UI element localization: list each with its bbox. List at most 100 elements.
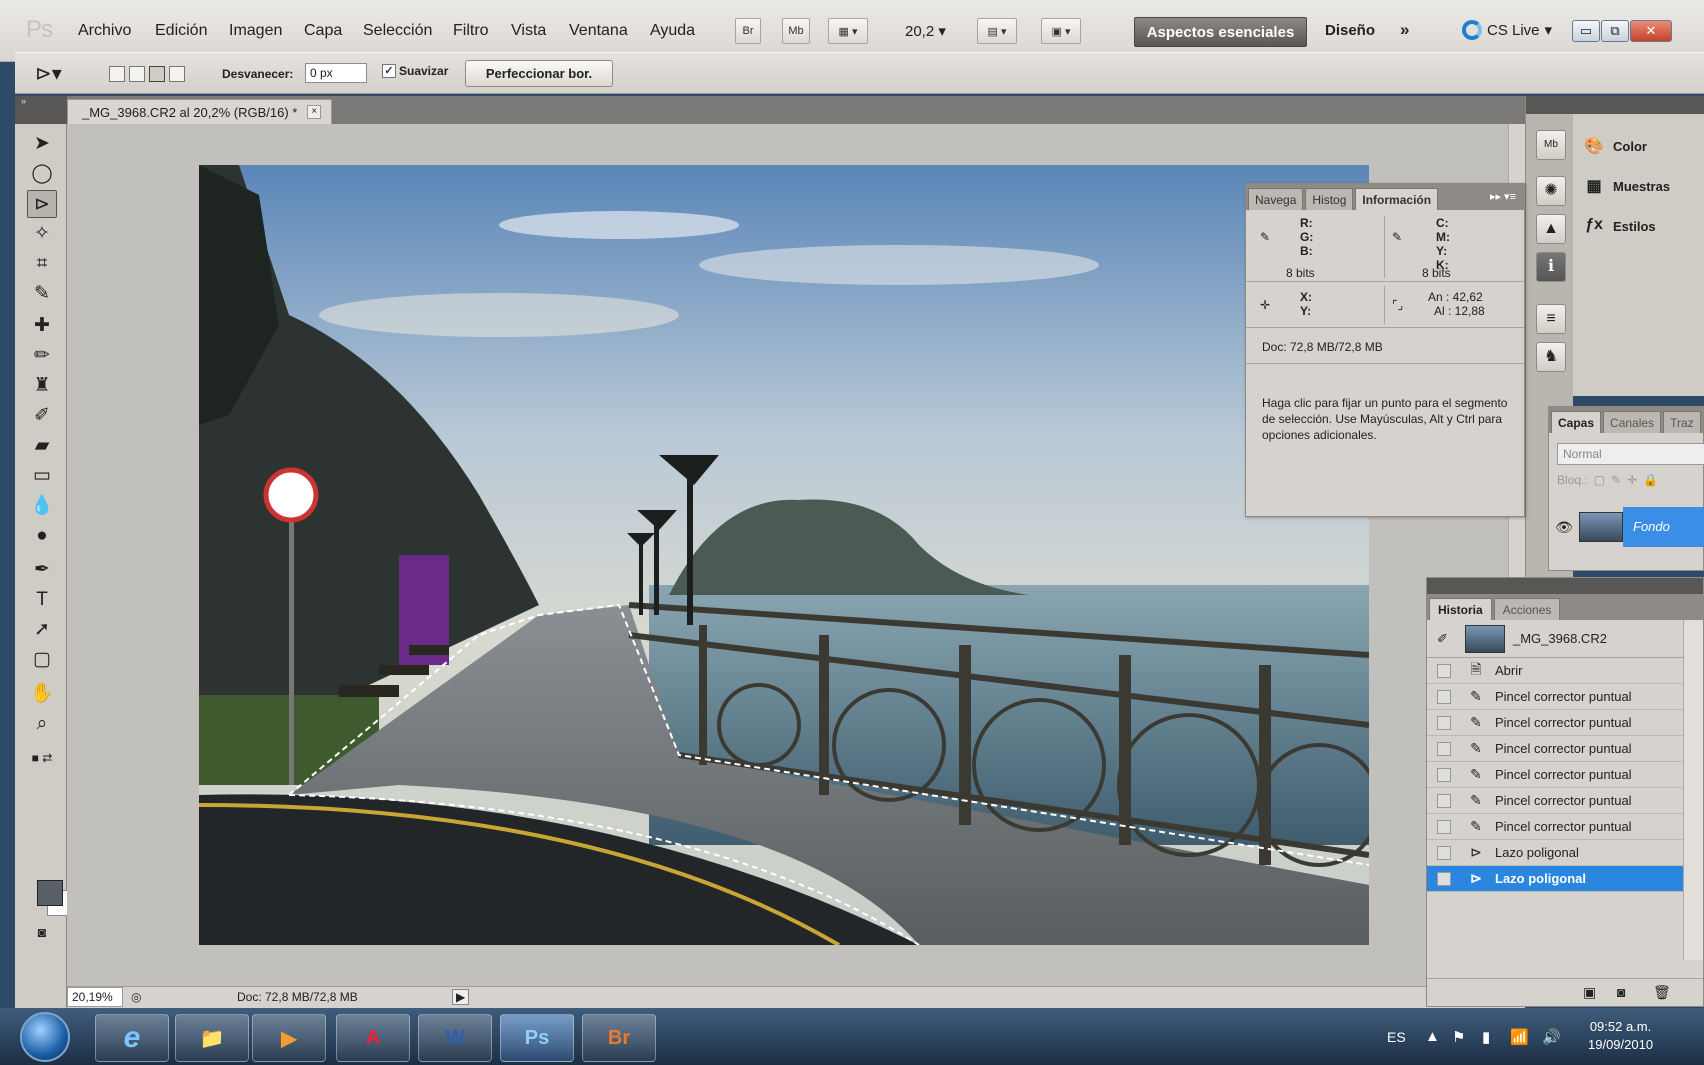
history-source-checkbox[interactable] [1437,663,1451,678]
menu-ventana[interactable]: Ventana [569,22,628,40]
battery-icon[interactable]: ▮ [1482,1028,1490,1046]
photoshop-taskbar-icon[interactable]: Ps [500,1014,574,1062]
history-state-item[interactable]: ✎ Pincel corrector puntual [1427,788,1683,814]
file-explorer-icon[interactable]: 📁 [175,1014,249,1062]
history-source-checkbox[interactable] [1437,741,1451,756]
subtract-selection-mode[interactable] [149,66,165,82]
crop-tool-icon[interactable]: ⌗ [27,250,57,278]
tab-history[interactable]: Historia [1429,598,1492,620]
path-selection-tool-icon[interactable]: ➚ [27,616,57,644]
history-state-item[interactable]: ✎ Pincel corrector puntual [1427,736,1683,762]
adjustments-icon[interactable]: ✺ [1536,176,1566,206]
network-signal-icon[interactable]: 📶 [1510,1028,1529,1046]
move-tool-icon[interactable]: ➤ [27,130,57,158]
delete-state-icon[interactable]: 🗑 [1653,984,1671,1001]
internet-explorer-icon[interactable]: e [95,1014,169,1062]
workspace-essentials-button[interactable]: Aspectos esenciales [1134,17,1307,47]
zoom-preview-icon[interactable]: ◎ [131,990,141,1004]
menu-archivo[interactable]: Archivo [78,22,131,40]
close-tab-icon[interactable]: × [307,105,322,119]
masks-icon[interactable]: ▲ [1536,214,1566,244]
mini-bridge-icon[interactable]: Mb [1536,130,1566,160]
zoom-level-select[interactable]: 20,2 ▾ [905,22,946,40]
history-source-checkbox[interactable] [1437,689,1451,704]
history-brush-tool-icon[interactable]: ✐ [27,402,57,430]
history-state-item[interactable]: ⊳ Lazo poligonal [1427,866,1683,892]
menu-ayuda[interactable]: Ayuda [650,22,695,40]
tab-paths[interactable]: Traz [1663,411,1701,433]
tab-navigator[interactable]: Navega [1248,188,1304,210]
tab-channels[interactable]: Canales [1603,411,1662,433]
restore-button[interactable]: ⧉ [1601,20,1629,42]
volume-icon[interactable]: 🔊 [1542,1028,1561,1046]
acrobat-icon[interactable]: A [336,1014,410,1062]
history-scrollbar[interactable] [1683,620,1703,960]
collapse-tools-icon[interactable]: » [15,96,67,124]
polygonal-lasso-preset-icon[interactable]: ⊳▾ [35,61,62,86]
document-tab[interactable]: _MG_3968.CR2 al 20,2% (RGB/16) * × [67,99,333,124]
menu-edicion[interactable]: Edición [155,22,207,40]
history-source-checkbox[interactable] [1437,767,1451,782]
eyedropper-icon[interactable]: ✎ [1260,230,1270,244]
minimize-button[interactable]: ▭ [1572,20,1600,42]
history-snapshot[interactable]: ✐ _MG_3968.CR2 [1427,620,1683,658]
history-state-item[interactable]: ⊳ Lazo poligonal [1427,840,1683,866]
new-selection-mode[interactable] [109,66,125,82]
dodge-tool-icon[interactable]: ● [27,522,57,550]
eyedropper-tool-icon[interactable]: ✎ [27,280,57,308]
add-selection-mode[interactable] [129,66,145,82]
blur-tool-icon[interactable]: 💧 [27,492,57,520]
new-snapshot-icon[interactable]: ◙ [1617,984,1625,1000]
history-source-checkbox[interactable] [1437,715,1451,730]
workspace-design-button[interactable]: Diseño [1325,22,1375,39]
pen-tool-icon[interactable]: ✒ [27,556,57,584]
spot-healing-tool-icon[interactable]: ✚ [27,312,57,340]
start-button[interactable] [20,1012,70,1062]
zoom-tool-icon[interactable]: ⌕ [27,710,57,738]
word-icon[interactable]: W [418,1014,492,1062]
history-state-item[interactable]: ✎ Pincel corrector puntual [1427,814,1683,840]
lock-pixels-icon[interactable]: ✎ [1611,473,1621,487]
lock-transparency-icon[interactable]: ▢ [1594,473,1605,487]
color-panel-button[interactable]: 🎨 Color [1583,136,1647,156]
foreground-color-swatch[interactable] [37,880,63,906]
menu-filtro[interactable]: Filtro [453,22,489,40]
workspace-more-button[interactable]: » [1400,20,1409,40]
history-source-checkbox[interactable] [1437,819,1451,834]
new-document-from-state-icon[interactable]: ▣ [1583,984,1596,1001]
swap-colors-icon[interactable]: ■ ⇄ [27,744,57,772]
lock-position-icon[interactable]: ✛ [1627,473,1637,487]
info-icon[interactable]: ℹ [1536,252,1566,282]
history-state-item[interactable]: ✎ Pincel corrector puntual [1427,710,1683,736]
marquee-tool-icon[interactable]: ◯ [27,160,57,188]
shape-tool-icon[interactable]: ▢ [27,646,57,674]
history-state-item[interactable]: 🗎 Abrir [1427,658,1683,684]
swatches-panel-button[interactable]: ▦ Muestras [1583,176,1670,196]
system-clock[interactable]: 09:52 a.m. 19/09/2010 [1588,1018,1653,1054]
quick-mask-icon[interactable]: ◙ [27,918,57,946]
quick-selection-tool-icon[interactable]: ✧ [27,220,57,248]
visibility-eye-icon[interactable]: 👁 [1549,519,1579,536]
screen-mode-button[interactable]: ▣ ▾ [1041,18,1081,44]
history-state-item[interactable]: ✎ Pincel corrector puntual [1427,762,1683,788]
history-source-checkbox[interactable] [1437,793,1451,808]
tab-info[interactable]: Información [1355,188,1439,210]
language-indicator[interactable]: ES [1387,1029,1406,1045]
intersect-selection-mode[interactable] [169,66,185,82]
polygonal-lasso-tool-icon[interactable]: ⊳ [27,190,57,218]
bridge-taskbar-icon[interactable]: Br [582,1014,656,1062]
tab-actions[interactable]: Acciones [1493,598,1561,620]
media-player-icon[interactable]: ▶ [252,1014,326,1062]
gradient-tool-icon[interactable]: ▭ [27,462,57,490]
document-image[interactable] [199,165,1369,945]
eyedropper-icon-cmyk[interactable]: ✎ [1392,230,1402,244]
refine-edge-button[interactable]: Perfeccionar bor. [465,60,613,87]
panel-menu-icon[interactable]: ▸▸ ▾≡ [1490,190,1516,203]
action-center-flag-icon[interactable]: ⚑ [1452,1028,1465,1046]
arrange-documents-button[interactable]: ▤ ▾ [977,18,1017,44]
layer-row-background[interactable]: 👁 Fondo [1549,507,1704,547]
bridge-button[interactable]: Br [735,18,761,44]
hand-tool-icon[interactable]: ✋ [27,680,57,708]
menu-capa[interactable]: Capa [304,22,342,40]
styles-panel-button[interactable]: ƒx Estilos [1583,216,1656,236]
